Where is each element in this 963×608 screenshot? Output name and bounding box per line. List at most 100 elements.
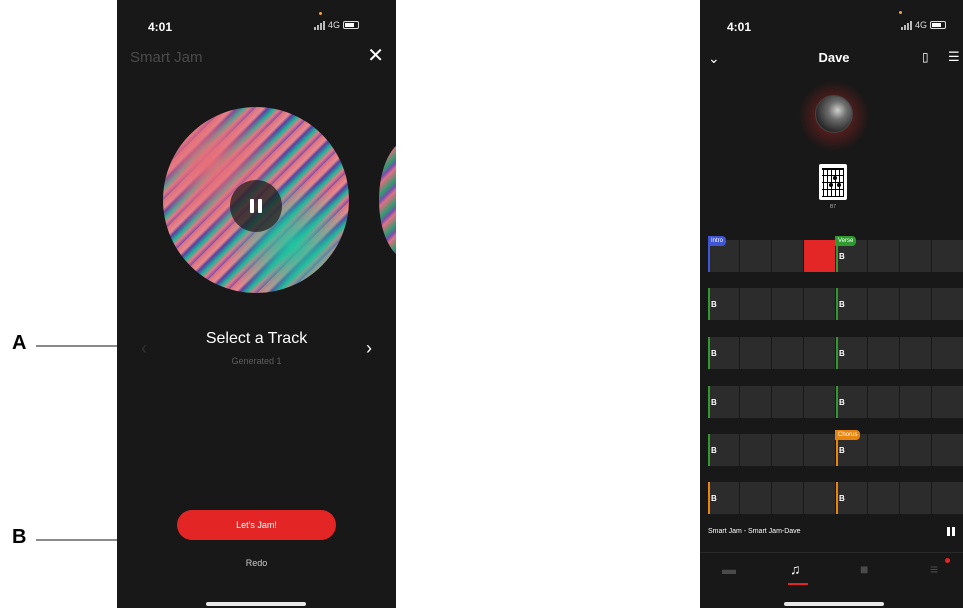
chord-label: B bbox=[839, 398, 845, 407]
pause-icon-bar bbox=[258, 199, 262, 213]
beat-cell[interactable] bbox=[740, 386, 771, 418]
bookmark-icon[interactable]: ▯ bbox=[922, 50, 929, 64]
beat-cell[interactable] bbox=[868, 288, 899, 320]
beat-cell[interactable]: B bbox=[836, 482, 867, 514]
pause-button[interactable] bbox=[230, 180, 282, 232]
chord-label: B bbox=[839, 494, 845, 503]
beat-cell[interactable] bbox=[804, 386, 835, 418]
mic-indicator-dot bbox=[899, 11, 902, 14]
home-indicator bbox=[784, 602, 884, 606]
chord-label: B bbox=[711, 349, 717, 358]
beat-cell[interactable] bbox=[868, 434, 899, 466]
chord-label: B bbox=[839, 252, 845, 261]
beat-cell[interactable] bbox=[868, 482, 899, 514]
track-subtitle: Generated 1 bbox=[231, 356, 282, 366]
beat-cell[interactable] bbox=[740, 240, 771, 272]
beat-cell[interactable] bbox=[868, 386, 899, 418]
beat-cell[interactable]: B bbox=[708, 337, 739, 369]
mic-indicator-dot bbox=[319, 12, 322, 15]
beat-cell[interactable]: B bbox=[708, 434, 739, 466]
beat-cell[interactable] bbox=[804, 434, 835, 466]
smart-jam-screen: 4:01 4G Smart Jam ✕ ‹ Select a Track Gen… bbox=[117, 0, 396, 608]
beat-cell[interactable] bbox=[900, 434, 931, 466]
status-bar: 4:01 4G bbox=[700, 0, 963, 44]
beat-cell[interactable] bbox=[740, 482, 771, 514]
beat-cell[interactable] bbox=[868, 337, 899, 369]
beat-cell[interactable] bbox=[740, 288, 771, 320]
music-note-icon[interactable]: ♫ bbox=[790, 561, 801, 577]
section-tag-verse[interactable]: Verse bbox=[835, 236, 857, 246]
chord-diagram bbox=[819, 164, 847, 200]
network-label: 4G bbox=[915, 20, 928, 30]
active-tab-indicator bbox=[788, 583, 808, 585]
signal-icon bbox=[901, 20, 912, 30]
beat-cell[interactable] bbox=[932, 288, 963, 320]
chevron-right-icon[interactable]: › bbox=[366, 338, 372, 359]
status-time: 4:01 bbox=[148, 20, 173, 34]
beat-cell[interactable]: B bbox=[836, 337, 867, 369]
signal-icon bbox=[314, 20, 325, 30]
status-indicators: 4G bbox=[901, 20, 947, 30]
briefcase-icon[interactable]: ▬ bbox=[722, 561, 736, 577]
beat-cell[interactable] bbox=[740, 434, 771, 466]
beat-cell[interactable]: B bbox=[708, 482, 739, 514]
chord-label: B bbox=[839, 446, 845, 455]
chord-row: B B bbox=[708, 288, 963, 320]
beat-cell[interactable] bbox=[804, 482, 835, 514]
beat-cell[interactable] bbox=[932, 337, 963, 369]
chord-label: B bbox=[711, 300, 717, 309]
pause-icon-bar bbox=[250, 199, 254, 213]
artist-avatar bbox=[815, 95, 853, 133]
status-indicators: 4G bbox=[314, 20, 360, 30]
beat-cell[interactable]: B bbox=[836, 288, 867, 320]
chord-label: B bbox=[711, 398, 717, 407]
callout-b-label: B bbox=[12, 526, 27, 548]
beat-cell[interactable] bbox=[932, 240, 963, 272]
redo-link[interactable]: Redo bbox=[117, 558, 396, 568]
now-playing-pause-button[interactable] bbox=[947, 527, 955, 536]
beat-cell[interactable]: B bbox=[836, 386, 867, 418]
home-indicator bbox=[206, 602, 306, 606]
section-tag-chorus[interactable]: Chorus bbox=[835, 430, 861, 440]
app-title: Smart Jam bbox=[130, 49, 203, 66]
battery-icon bbox=[930, 21, 947, 29]
beat-cell[interactable] bbox=[772, 482, 803, 514]
beat-cell[interactable] bbox=[740, 337, 771, 369]
beat-cell[interactable] bbox=[900, 482, 931, 514]
beat-cell[interactable] bbox=[772, 337, 803, 369]
section-tag-intro[interactable]: Intro bbox=[708, 236, 727, 246]
beat-cell[interactable] bbox=[772, 288, 803, 320]
sliders-settings-icon[interactable]: ☰ bbox=[948, 49, 960, 65]
beat-cell[interactable] bbox=[932, 482, 963, 514]
beat-cell[interactable] bbox=[772, 434, 803, 466]
beat-cell[interactable]: B bbox=[708, 288, 739, 320]
video-camera-icon[interactable]: ■ bbox=[860, 561, 868, 577]
current-beat-cell[interactable] bbox=[804, 240, 835, 272]
beat-cell[interactable]: B bbox=[708, 386, 739, 418]
lets-jam-button[interactable]: Let's Jam! bbox=[177, 510, 336, 540]
beat-cell[interactable] bbox=[900, 240, 931, 272]
chord-label: B bbox=[711, 494, 717, 503]
bottom-tab-bar: ▬ ♫ ■ ≡ bbox=[700, 552, 963, 592]
beat-cell[interactable] bbox=[868, 240, 899, 272]
chord-label: B bbox=[711, 446, 717, 455]
status-bar: 4:01 4G bbox=[117, 0, 396, 44]
chord-row: B B bbox=[708, 386, 963, 418]
beat-cell[interactable] bbox=[772, 240, 803, 272]
screenshot-canvas: A B 4:01 4G Smart Jam ✕ ‹ Select a Track… bbox=[0, 0, 963, 608]
battery-icon bbox=[343, 21, 360, 29]
network-label: 4G bbox=[328, 20, 341, 30]
chord-row: B B bbox=[708, 337, 963, 369]
beat-cell[interactable] bbox=[932, 434, 963, 466]
beat-cell[interactable] bbox=[804, 337, 835, 369]
close-icon[interactable]: ✕ bbox=[367, 46, 384, 66]
beat-cell[interactable] bbox=[900, 337, 931, 369]
now-playing-title[interactable]: Smart Jam - Smart Jam-Dave bbox=[708, 528, 801, 535]
beat-cell[interactable] bbox=[932, 386, 963, 418]
beat-cell[interactable] bbox=[900, 386, 931, 418]
next-track-artwork-peek[interactable] bbox=[379, 140, 396, 260]
beat-cell[interactable] bbox=[804, 288, 835, 320]
menu-icon[interactable]: ≡ bbox=[930, 561, 938, 577]
beat-cell[interactable] bbox=[900, 288, 931, 320]
beat-cell[interactable] bbox=[772, 386, 803, 418]
